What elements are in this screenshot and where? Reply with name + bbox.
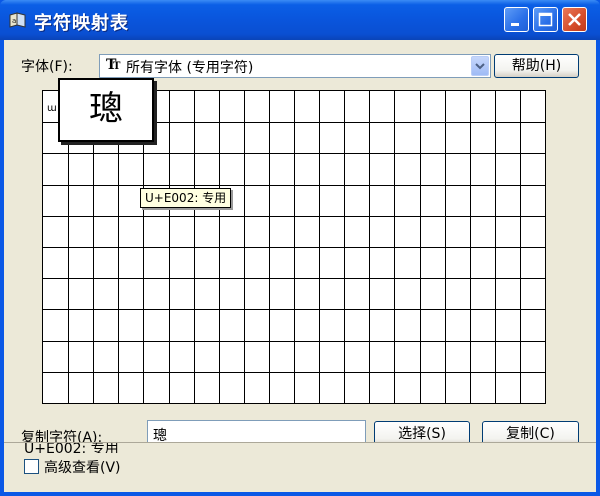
grid-cell-first[interactable]: ա (47, 103, 57, 114)
svg-text:a: a (12, 17, 16, 25)
truetype-icon-small: T (113, 61, 121, 72)
character-tooltip: U+E002: 专用 (140, 188, 232, 208)
minimize-button[interactable] (504, 7, 529, 32)
font-dropdown-button[interactable] (471, 56, 489, 76)
advanced-view-checkbox[interactable] (24, 459, 39, 474)
maximize-button[interactable] (533, 7, 558, 32)
status-text: U+E002: 专用 (24, 442, 119, 453)
advanced-view-label[interactable]: 高级查看(V) (44, 457, 121, 477)
status-bar: U+E002: 专用 (4, 442, 596, 453)
chevron-down-icon (475, 63, 485, 70)
charmap-app-icon: a (9, 12, 26, 28)
font-select-value: 所有字体 (专用字符) (126, 60, 254, 76)
font-label: 字体(F): (21, 59, 73, 75)
zoomed-character-preview: 璁 (58, 78, 154, 142)
close-icon (568, 13, 581, 26)
minimize-icon (511, 23, 519, 26)
help-button[interactable]: 帮助(H) (494, 54, 579, 78)
maximize-icon (538, 12, 553, 27)
font-select[interactable]: T T 所有字体 (专用字符) (99, 54, 491, 78)
title-bar[interactable]: a 字符映射表 (0, 0, 600, 40)
window-title: 字符映射表 (34, 13, 129, 34)
dialog-client: 字体(F): T T 所有字体 (专用字符) 帮助(H) ա 璁 U+E002:… (4, 40, 596, 492)
close-button[interactable] (562, 7, 587, 32)
charmap-window: a 字符映射表 字体(F): T T 所有字体 (专用字符) 帮助(H) ա 璁 (0, 0, 600, 496)
